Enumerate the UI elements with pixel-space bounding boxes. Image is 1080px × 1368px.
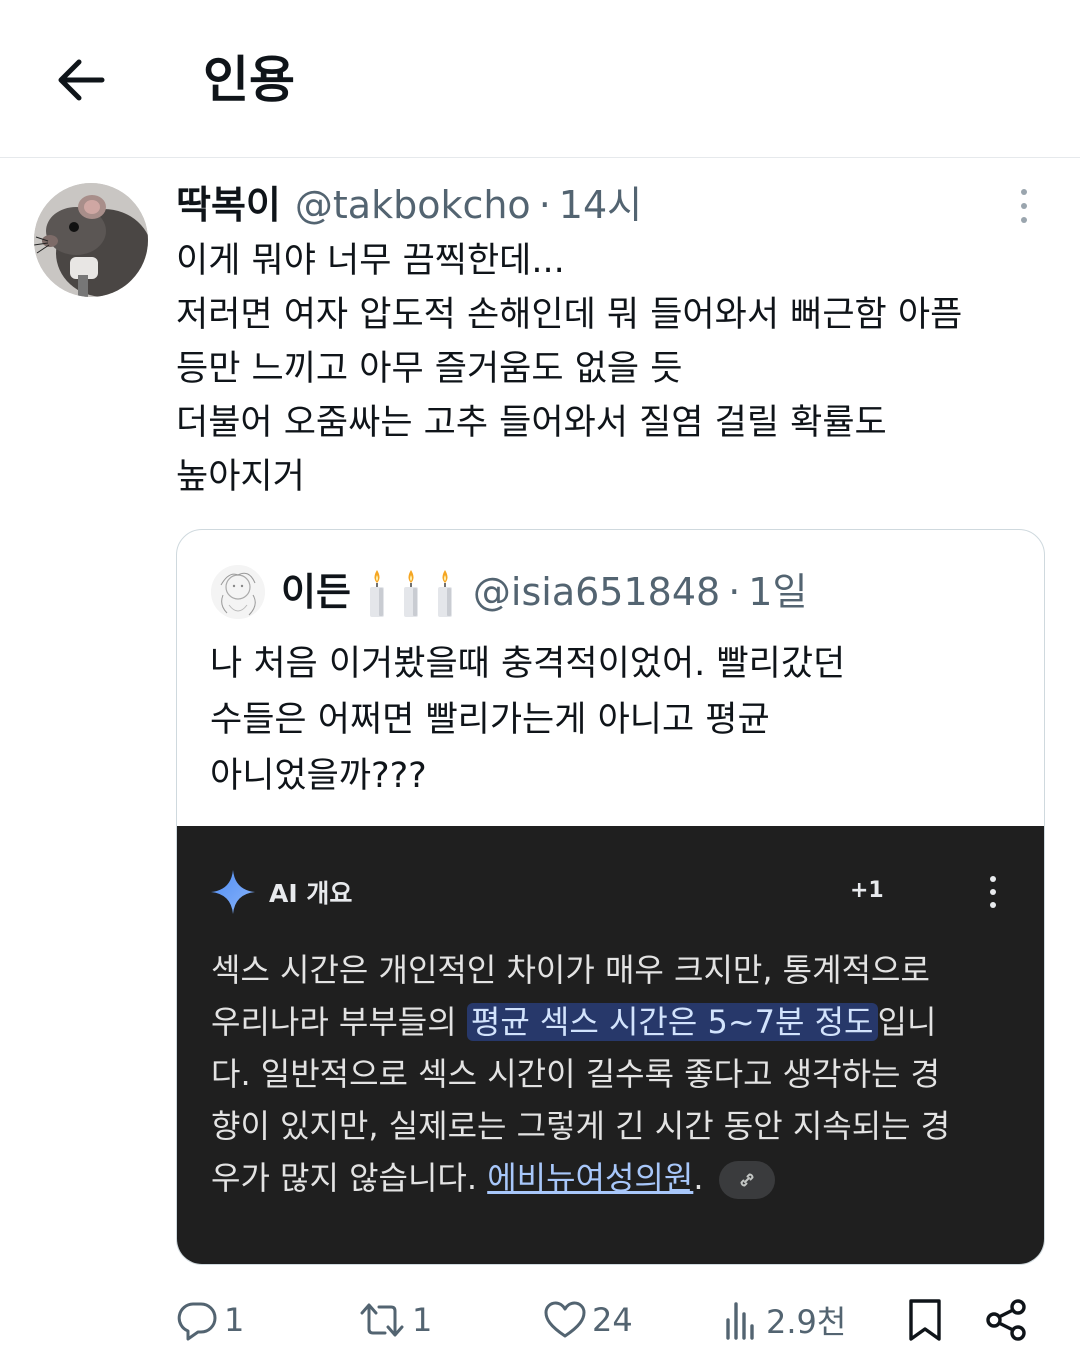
ai-overview-title: AI 개요 (269, 879, 353, 908)
reply-icon (177, 1302, 217, 1341)
share-icon (986, 1299, 1026, 1341)
ai-text-line: 우리나라 부부들의 평균 섹스 시간은 5~7분 정도 입니 (211, 996, 1031, 1048)
like-count: 24 (592, 1301, 633, 1339)
quoted-tweet-body: 나 처음 이거봤을때 충격적이었어. 빨리갔던 수들은 어쩌면 빨리가는게 아니… (210, 636, 1030, 804)
quoted-tweet-card[interactable]: 이든 @isia651848 · 1일 나 처음 이거봤을때 충격적이었어. 빨… (176, 529, 1045, 1265)
separator-dot: · (538, 183, 551, 227)
heart-icon (544, 1301, 586, 1338)
ai-text-segment: . (693, 1159, 704, 1197)
ai-text-line: 섹스 시간은 개인적인 차이가 매우 크지만, 통계적으로 (211, 951, 930, 989)
ai-overview-image[interactable]: AI 개요 +1 섹스 시간은 개인적인 차이가 매우 크지만, 통계적으로 우… (177, 826, 1044, 1264)
ai-text-segment: 입니 (877, 1003, 937, 1041)
ai-text-segment: 우리나라 부부들의 (211, 1003, 467, 1041)
reply-button[interactable]: 1 (176, 1290, 244, 1350)
quoted-text-line: 수들은 어쩌면 빨리가는게 아니고 평균 (210, 700, 770, 740)
reply-count: 1 (224, 1301, 245, 1339)
quoted-author-avatar[interactable] (211, 565, 265, 619)
more-vertical-icon (990, 876, 996, 882)
tweet-text-line: 더불어 오줌싸는 고추 들어와서 질염 걸릴 확률도 (176, 403, 887, 443)
tweet-header: 딱복이 @takbokcho · 14시 (176, 180, 642, 230)
retweet-button[interactable]: 1 (358, 1290, 432, 1350)
separator-dot: · (728, 570, 741, 614)
quoted-tweet-time[interactable]: 1일 (748, 566, 807, 618)
more-vertical-icon (1021, 189, 1027, 195)
ai-text-line: 다. 일반적으로 섹스 시간이 길수록 좋다고 생각하는 경 (211, 1055, 941, 1093)
tweet-text-line: 저러면 여자 압도적 손해인데 뭐 들어와서 뻐근함 아픔 (176, 295, 963, 335)
back-button[interactable] (50, 50, 110, 110)
tweet-text-line: 높아지거 (176, 457, 305, 497)
candle-emojis (367, 566, 455, 618)
quoted-author-name[interactable]: 이든 (281, 566, 351, 618)
quoted-text-line: 나 처음 이거봤을때 충격적이었어. 빨리갔던 (210, 644, 846, 684)
quoted-tweet-header: 이든 @isia651848 · 1일 (281, 566, 807, 618)
views-icon (726, 1302, 754, 1340)
author-handle[interactable]: @takbokcho (295, 180, 531, 230)
back-arrow-icon (58, 59, 105, 101)
ai-overview-text: 섹스 시간은 개인적인 차이가 매우 크지만, 통계적으로 우리나라 부부들의 … (211, 944, 1031, 1204)
sparkle-icon (211, 870, 255, 914)
author-avatar[interactable] (34, 183, 148, 297)
like-button[interactable]: 24 (544, 1290, 633, 1350)
ai-text-line: 향이 있지만, 실제로는 그렇게 긴 시간 동안 지속되는 경 (211, 1107, 951, 1145)
ai-source-link: 에비뉴여성의원 (487, 1159, 694, 1197)
candle-icon (403, 570, 418, 617)
candle-icon (437, 570, 452, 617)
top-bar: 인용 (0, 0, 1080, 158)
retweet-count: 1 (412, 1301, 433, 1339)
quoted-author-handle[interactable]: @isia651848 (473, 566, 720, 618)
more-options-button[interactable] (1006, 186, 1042, 226)
views-button[interactable]: 2.9천 (722, 1290, 846, 1350)
ai-highlight: 평균 섹스 시간은 5~7분 정도 (466, 1003, 878, 1041)
tweet-text-line: 이게 뭐야 너무 끔찍한데... (176, 241, 565, 281)
tweet-text-line: 등만 느끼고 아무 즐거움도 없을 듯 (176, 349, 683, 389)
ai-more-button (983, 876, 1003, 908)
bookmark-icon (909, 1299, 941, 1341)
bookmark-button[interactable] (906, 1290, 944, 1350)
retweet-icon (360, 1303, 404, 1337)
tweet-body: 이게 뭐야 너무 끔찍한데... 저러면 여자 압도적 손해인데 뭐 들어와서 … (176, 234, 1056, 504)
link-icon (740, 1173, 754, 1187)
ai-overview-header: AI 개요 (211, 870, 352, 914)
ai-sources-count: +1 (850, 878, 884, 903)
author-name[interactable]: 딱복이 (176, 180, 281, 230)
share-button[interactable] (984, 1290, 1028, 1350)
tweet-action-bar: 1 1 24 2.9천 (0, 1290, 1080, 1350)
ai-text-line: 우가 많지 않습니다. 에비뉴여성의원. (211, 1152, 1031, 1204)
view-count: 2.9천 (766, 1303, 847, 1341)
ai-text-segment: 우가 많지 않습니다. (211, 1159, 488, 1197)
link-chip (719, 1161, 776, 1199)
candle-icon (369, 570, 384, 617)
tweet-time[interactable]: 14시 (559, 180, 642, 230)
quoted-text-line: 아니었을까??? (210, 756, 427, 796)
page-title: 인용 (203, 51, 295, 109)
